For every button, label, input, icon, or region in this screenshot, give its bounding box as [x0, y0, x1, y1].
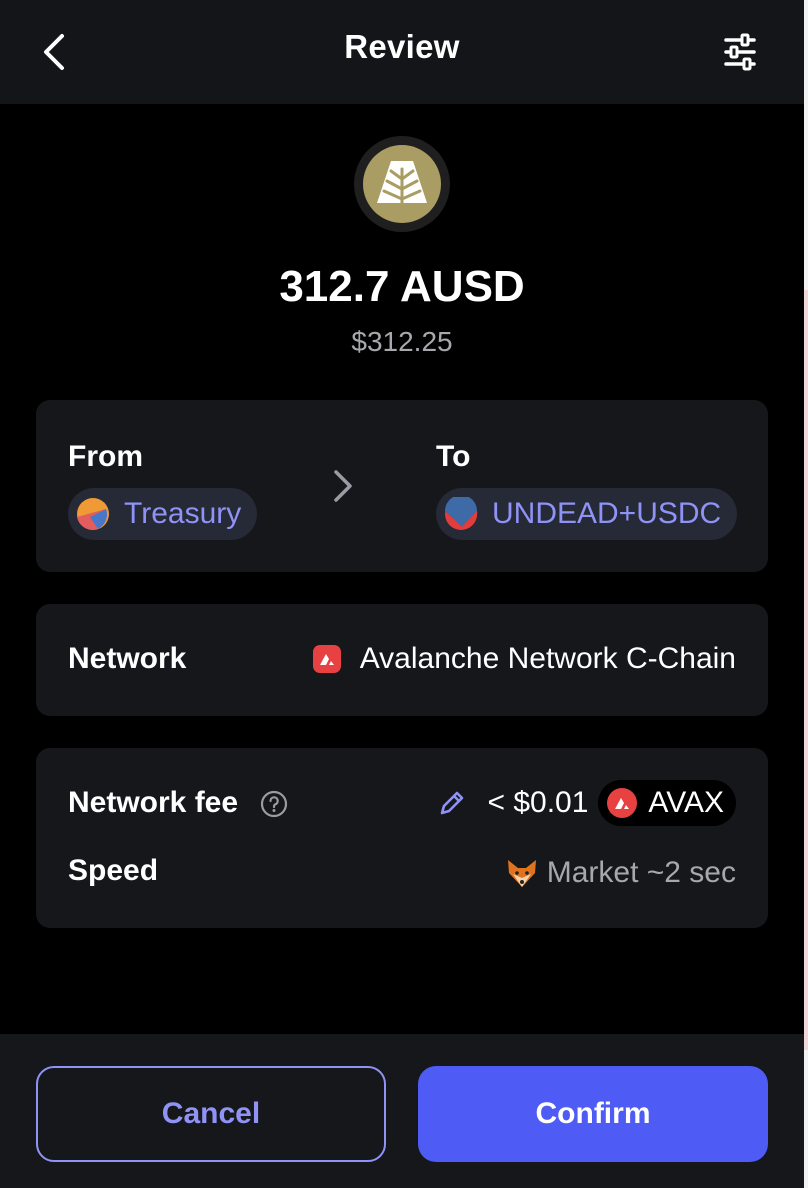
- fee-token-symbol: AVAX: [648, 786, 724, 819]
- fee-value-row: < $0.01 AVAX: [437, 780, 736, 826]
- header: Review: [0, 0, 804, 104]
- network-card: Network Avalanche Network C-Chain: [36, 604, 768, 716]
- speed-value: Market ~2 sec: [546, 856, 736, 889]
- from-to-card: From Treasury To UNDEAD+USDC: [36, 400, 768, 572]
- settings-button[interactable]: [718, 30, 762, 74]
- network-name: Avalanche Network C-Chain: [359, 642, 736, 675]
- from-label: From: [68, 440, 143, 473]
- fee-token-pill: AVAX: [598, 780, 736, 826]
- avax-icon: [607, 788, 638, 818]
- edit-pencil-icon[interactable]: [437, 788, 467, 818]
- chevron-right-icon: [334, 470, 352, 502]
- to-account-pill[interactable]: UNDEAD+USDC: [436, 488, 738, 540]
- network-fee-label: Network fee: [68, 786, 239, 819]
- confirm-button[interactable]: Confirm: [418, 1066, 768, 1162]
- treasury-avatar-icon: [77, 498, 109, 531]
- help-icon[interactable]: [260, 790, 288, 818]
- token-leaf-icon: [377, 161, 427, 207]
- fee-card: Network fee < $0.01 AVAX Speed Market ~2…: [36, 748, 768, 928]
- page-title: Review: [344, 28, 460, 65]
- token-logo: [354, 136, 450, 232]
- network-value: Avalanche Network C-Chain: [312, 642, 736, 676]
- review-screen: Review 312.7 AUSD $312.25 From Treasury …: [0, 0, 804, 1188]
- speed-label: Speed: [68, 854, 159, 887]
- fox-icon: [507, 860, 536, 887]
- avalanche-icon: [312, 645, 341, 673]
- usd-value: $312.25: [351, 326, 453, 357]
- network-label: Network: [68, 642, 187, 675]
- background-window-edge: [804, 0, 808, 1188]
- from-account-name: Treasury: [124, 497, 242, 530]
- network-fee-value: < $0.01: [487, 786, 589, 819]
- sliders-icon: [724, 33, 756, 71]
- to-label: To: [436, 440, 471, 473]
- cancel-button[interactable]: Cancel: [36, 1066, 386, 1162]
- from-account-pill[interactable]: Treasury: [68, 488, 258, 540]
- footer-actions: Cancel Confirm: [0, 1034, 804, 1188]
- token-amount: 312.7 AUSD: [279, 262, 525, 311]
- speed-value-row[interactable]: Market ~2 sec: [505, 852, 736, 894]
- to-account-name: UNDEAD+USDC: [492, 497, 722, 530]
- undead-usdc-avatar-icon: [445, 497, 478, 530]
